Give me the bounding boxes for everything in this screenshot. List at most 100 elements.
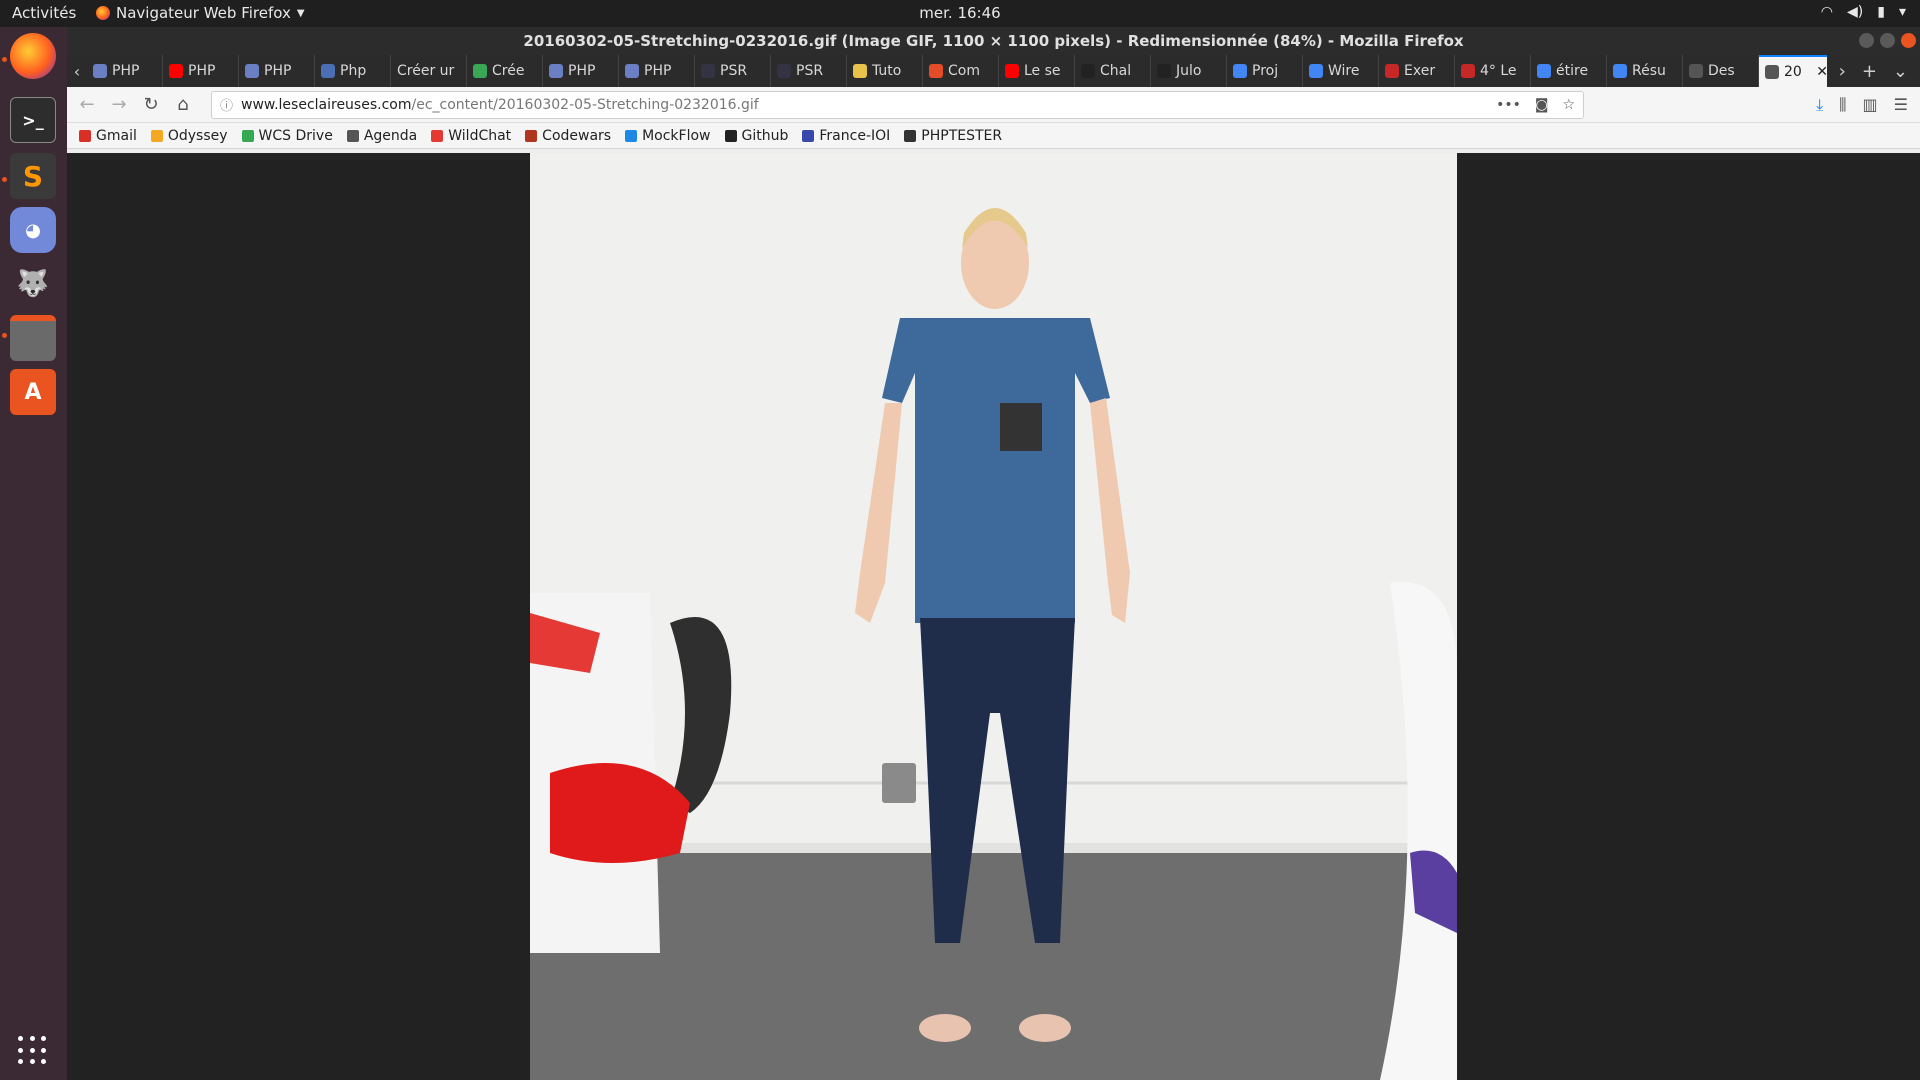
home-button[interactable]: ⌂ xyxy=(169,91,197,119)
browser-tab[interactable]: Des xyxy=(1683,55,1759,87)
tab-favicon-icon xyxy=(245,64,259,78)
tab-label: Exer xyxy=(1404,63,1436,79)
browser-tab[interactable]: PHP xyxy=(543,55,619,87)
firefox-icon xyxy=(96,6,110,20)
window-titlebar[interactable]: 20160302-05-Stretching-0232016.gif (Imag… xyxy=(67,27,1920,55)
browser-tab[interactable]: 4° Le xyxy=(1455,55,1531,87)
bookmark-item[interactable]: Agenda xyxy=(346,127,418,144)
firefox-launcher-icon[interactable] xyxy=(10,33,56,79)
tab-favicon-icon xyxy=(1537,64,1551,78)
bookmark-label: Agenda xyxy=(363,127,418,144)
browser-tab[interactable]: Julo xyxy=(1151,55,1227,87)
tab-label: PHP xyxy=(264,63,292,79)
reload-button[interactable]: ↻ xyxy=(137,91,165,119)
browser-tab[interactable]: Wire xyxy=(1303,55,1379,87)
browser-tab[interactable]: Résu xyxy=(1607,55,1683,87)
scroll-tabs-right-icon[interactable]: › xyxy=(1839,61,1846,82)
browser-tab[interactable]: PSR xyxy=(771,55,847,87)
bookmark-label: WildChat xyxy=(448,127,512,144)
close-tab-icon[interactable]: ✕ xyxy=(1816,64,1826,80)
tab-favicon-icon xyxy=(625,64,639,78)
menu-icon[interactable]: ☰ xyxy=(1894,95,1908,115)
pocket-icon[interactable]: ◙ xyxy=(1535,97,1549,113)
tab-label: Php xyxy=(340,63,367,79)
forward-button[interactable]: → xyxy=(105,91,133,119)
gimp-launcher-icon[interactable]: 🐺 xyxy=(10,261,56,307)
tab-label: 20 xyxy=(1784,64,1802,80)
browser-tab[interactable]: Créer ur xyxy=(391,55,467,87)
back-button[interactable]: ← xyxy=(73,91,101,119)
tab-label: PSR xyxy=(796,63,824,79)
window-title: 20160302-05-Stretching-0232016.gif (Imag… xyxy=(523,32,1464,50)
app-menu[interactable]: Navigateur Web Firefox ▼ xyxy=(96,4,305,22)
bookmark-label: Codewars xyxy=(542,127,612,144)
tab-favicon-icon xyxy=(853,64,867,78)
tab-label: Com xyxy=(948,63,980,79)
dock: >_ S ◕ 🐺 A xyxy=(0,27,67,1080)
files-launcher-icon[interactable] xyxy=(10,315,56,361)
browser-tab[interactable]: Proj xyxy=(1227,55,1303,87)
scroll-tabs-left-icon[interactable]: ‹ xyxy=(67,55,87,87)
bookmark-favicon-icon xyxy=(79,129,91,142)
bookmark-item[interactable]: France-IOI xyxy=(802,128,890,144)
sidebar-icon[interactable]: ▥ xyxy=(1863,95,1878,115)
tab-label: Proj xyxy=(1252,63,1279,79)
bookmark-item[interactable]: Gmail xyxy=(79,128,137,144)
browser-tab[interactable]: PHP xyxy=(239,55,315,87)
url-path: /ec_content/20160302-05-Stretching-02320… xyxy=(411,96,759,113)
browser-tab[interactable]: 20 ✕ xyxy=(1759,55,1827,87)
bookmark-star-icon[interactable]: ☆ xyxy=(1562,97,1575,113)
tab-label: Résu xyxy=(1632,63,1666,79)
maximize-icon[interactable] xyxy=(1880,33,1895,48)
new-tab-icon[interactable]: + xyxy=(1862,61,1877,82)
terminal-launcher-icon[interactable]: >_ xyxy=(10,97,56,143)
show-applications-icon[interactable] xyxy=(18,1036,48,1066)
discord-launcher-icon[interactable]: ◕ xyxy=(10,207,56,253)
bookmark-item[interactable]: PHPTESTER xyxy=(904,128,1002,144)
browser-tab[interactable]: étire xyxy=(1531,55,1607,87)
bookmark-item[interactable]: WCS Drive xyxy=(241,127,333,144)
system-tray[interactable]: ◠ ◀) ▮ ▾ xyxy=(1821,4,1906,20)
browser-tab[interactable]: Tuto xyxy=(847,55,923,87)
browser-tab[interactable]: Crée xyxy=(467,55,543,87)
url-bar[interactable]: ⓘ www.leseclaireuses.com/ec_content/2016… xyxy=(211,90,1584,119)
browser-tab[interactable]: PHP xyxy=(87,55,163,87)
bookmark-favicon-icon xyxy=(724,129,737,142)
running-indicator xyxy=(2,177,7,182)
software-center-launcher-icon[interactable]: A xyxy=(10,369,56,415)
top-panel: Activités Navigateur Web Firefox ▼ mer. … xyxy=(0,0,1920,27)
bookmark-label: WCS Drive xyxy=(258,127,333,144)
browser-tab[interactable]: Le se xyxy=(999,55,1075,87)
bookmark-item[interactable]: MockFlow xyxy=(625,128,711,144)
tab-favicon-icon xyxy=(169,64,183,78)
browser-tab[interactable]: Com xyxy=(923,55,999,87)
page-actions-icon[interactable]: ••• xyxy=(1496,97,1521,113)
browser-tab[interactable]: PSR xyxy=(695,55,771,87)
tab-favicon-icon xyxy=(473,64,487,78)
browser-tab[interactable]: PHP xyxy=(163,55,239,87)
bookmarks-toolbar: Gmail Odyssey WCS Drive Agenda WildChat Codew… xyxy=(67,123,1920,149)
bookmark-favicon-icon xyxy=(625,129,638,142)
browser-tab[interactable]: PHP xyxy=(619,55,695,87)
bookmark-item[interactable]: WildChat xyxy=(431,128,511,144)
activities-button[interactable]: Activités xyxy=(12,4,76,22)
browser-tab[interactable]: Chal xyxy=(1075,55,1151,87)
close-icon[interactable] xyxy=(1901,33,1916,48)
sublime-text-launcher-icon[interactable]: S xyxy=(10,153,56,199)
displayed-image[interactable] xyxy=(530,153,1457,1080)
tab-strip: PHP PHP PHP Php Créer ur Crée PHP PHP PSR PSR Tuto… xyxy=(87,55,1827,87)
tab-favicon-icon xyxy=(549,64,563,78)
tab-favicon-icon xyxy=(777,64,791,78)
library-icon[interactable]: ⫼ xyxy=(1839,95,1846,115)
site-info-icon[interactable]: ⓘ xyxy=(220,95,233,114)
tab-favicon-icon xyxy=(1233,64,1247,78)
minimize-icon[interactable] xyxy=(1859,33,1874,48)
downloads-icon[interactable]: ⤓ xyxy=(1816,95,1823,115)
list-all-tabs-icon[interactable]: ⌄ xyxy=(1893,61,1908,82)
browser-tab[interactable]: Php xyxy=(315,55,391,87)
tab-label: PSR xyxy=(720,63,748,79)
browser-tab[interactable]: Exer xyxy=(1379,55,1455,87)
bookmark-item[interactable]: Github xyxy=(724,128,788,144)
bookmark-item[interactable]: Odyssey xyxy=(150,128,228,144)
bookmark-item[interactable]: Codewars xyxy=(525,128,611,144)
